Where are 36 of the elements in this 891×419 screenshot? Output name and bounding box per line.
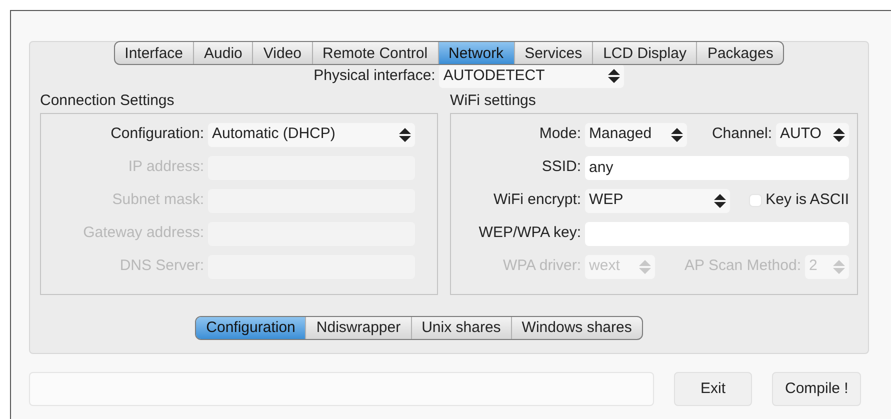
up-down-arrows-icon [833, 260, 845, 274]
tab[interactable]: Services [514, 42, 592, 64]
tab[interactable]: Unix shares [410, 316, 511, 338]
tab[interactable]: Configuration [196, 316, 306, 338]
tab[interactable]: Network [438, 42, 514, 64]
dropdown[interactable]: AUTO [776, 122, 849, 146]
up-down-arrows-icon [714, 194, 726, 208]
input-field[interactable]: any [585, 156, 849, 180]
tab[interactable]: Video [252, 42, 312, 64]
action-button[interactable]: Exit [674, 372, 752, 406]
tab[interactable]: Audio [193, 42, 252, 64]
field-label: Configuration: [110, 124, 204, 144]
dropdown[interactable]: Automatic (DHCP) [208, 122, 416, 146]
field-label: WEP/WPA key: [478, 223, 582, 244]
field-label: Channel: [712, 124, 772, 144]
up-down-arrows-icon [833, 128, 845, 142]
dropdown[interactable]: WEP [585, 188, 730, 212]
tab[interactable]: LCD Display [592, 42, 696, 64]
up-down-arrows-icon [399, 128, 412, 142]
up-down-arrows-icon [639, 260, 652, 274]
field-label: WiFi encrypt: [492, 190, 582, 210]
dropdown[interactable]: AUTODETECT [439, 64, 624, 88]
group-title: Connection Settings [40, 91, 176, 111]
field-label: Mode: [538, 124, 582, 144]
tab[interactable]: Interface [114, 42, 194, 64]
up-down-arrows-icon [608, 69, 620, 83]
field-label: Key is ASCII [766, 190, 849, 210]
dropdown[interactable]: Managed [585, 122, 688, 146]
group-title: WiFi settings [450, 91, 537, 111]
tab[interactable]: Ndiswrapper [305, 316, 411, 338]
tab[interactable]: Windows shares [510, 316, 642, 338]
up-down-arrows-icon [671, 128, 684, 142]
field-label: SSID: [540, 157, 582, 178]
checkbox[interactable] [748, 194, 762, 207]
field-label: Physical interface: [314, 66, 436, 86]
action-button[interactable]: Compile ! [772, 372, 862, 406]
